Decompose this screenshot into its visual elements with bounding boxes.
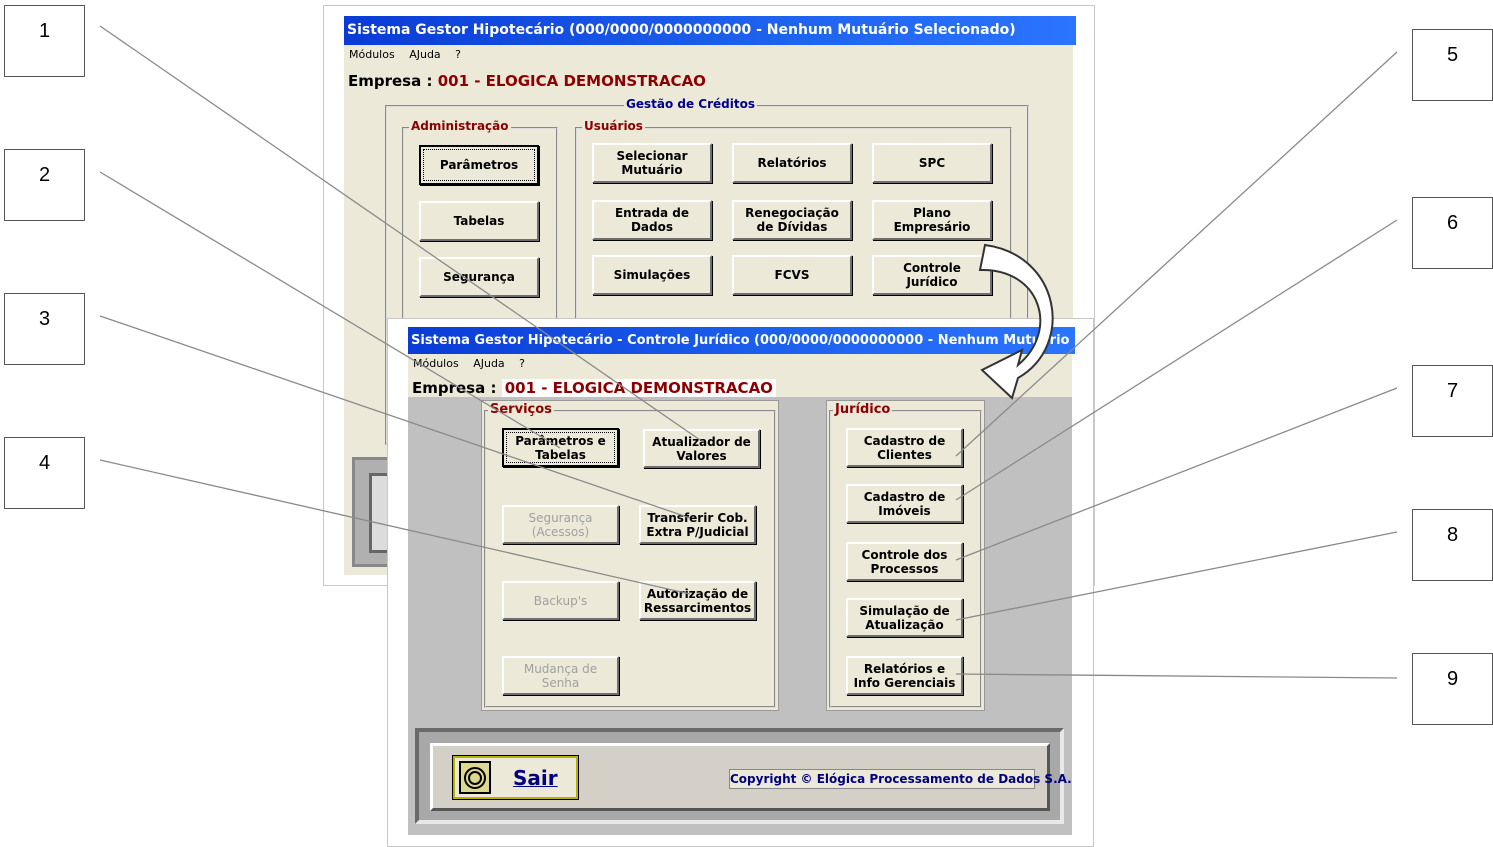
leader-line-2: [99, 171, 561, 449]
transition-arrow-icon: [978, 243, 1054, 400]
leader-line-8: [955, 531, 1398, 621]
callout-lines: [99, 25, 1398, 679]
leader-line-9: [955, 673, 1398, 679]
leader-line-5: [955, 51, 1398, 457]
leader-line-4: [99, 459, 691, 595]
leader-line-7: [955, 387, 1398, 561]
leader-line-3: [99, 315, 691, 519]
leader-line-1: [99, 25, 701, 441]
